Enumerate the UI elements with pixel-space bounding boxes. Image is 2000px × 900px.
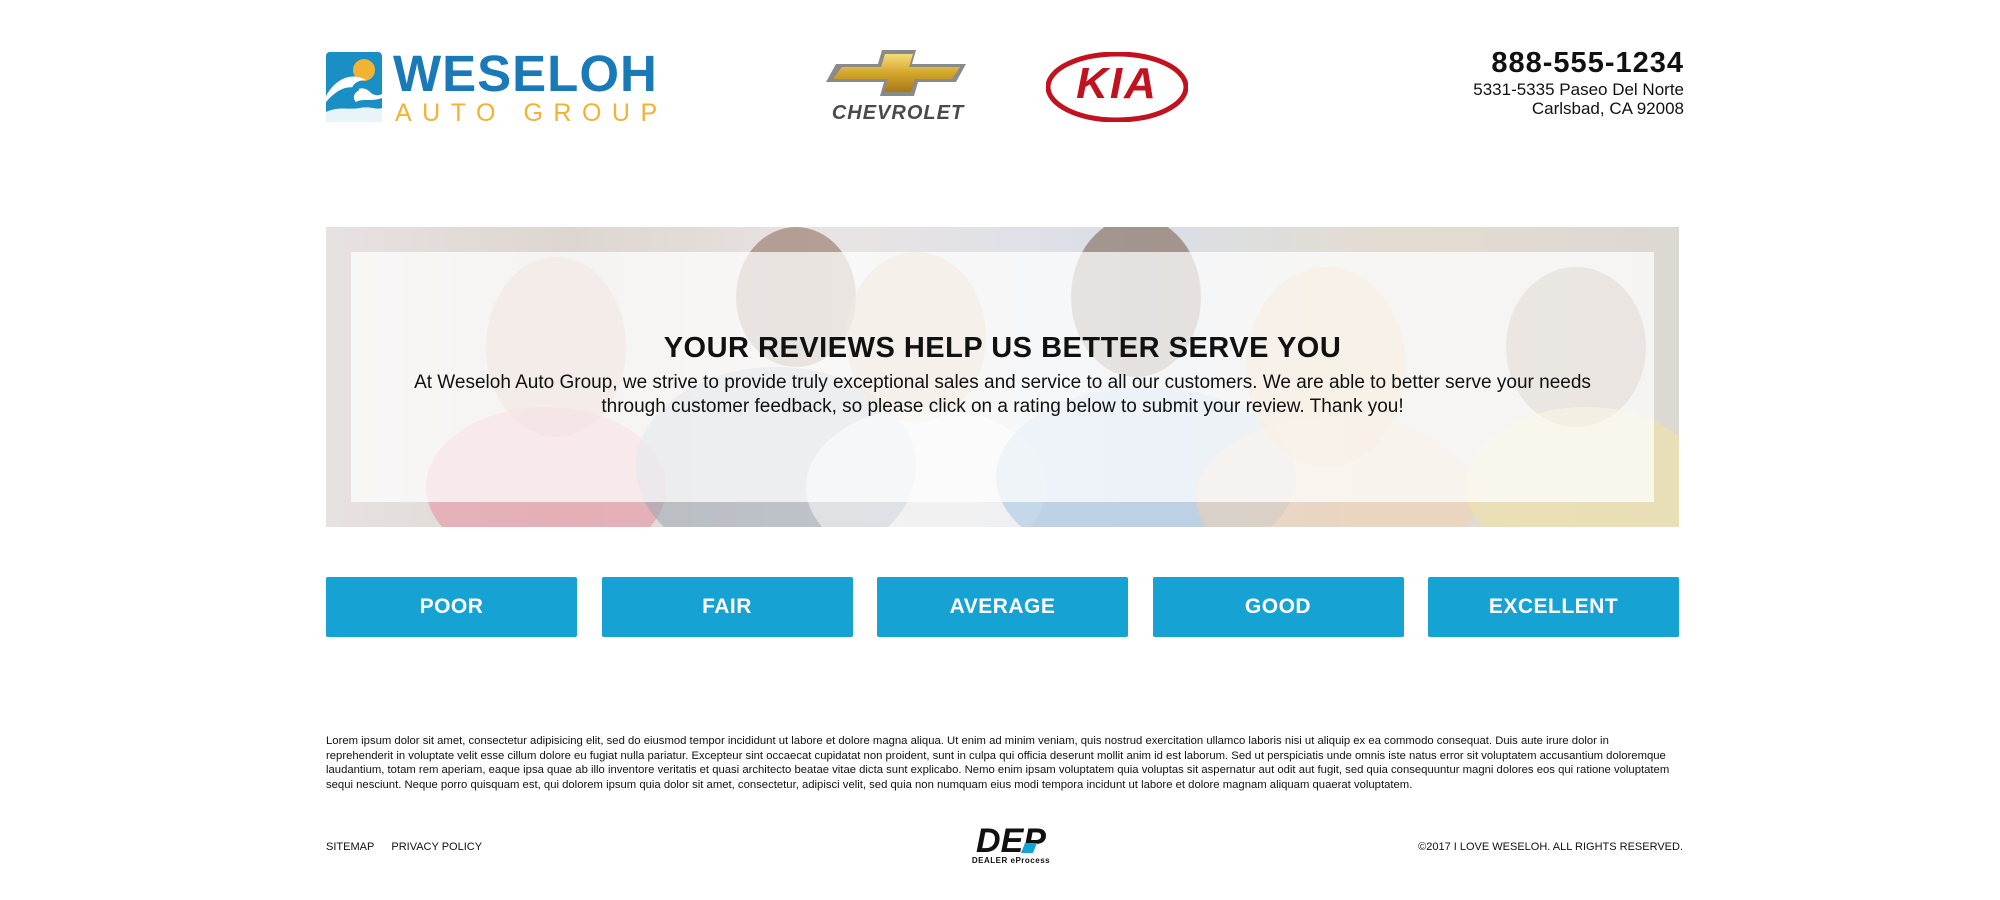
dealer-eprocess-logo[interactable]: DEP DEALER eProcess [955,823,1067,868]
footer-links: SITEMAP PRIVACY POLICY [326,841,496,853]
address-line-2: Carlsbad, CA 92008 [1531,99,1684,118]
dep-logo-icon: DEP [976,823,1046,857]
rating-average-button[interactable]: AVERAGE [877,577,1128,637]
rating-fair-button[interactable]: FAIR [601,577,853,637]
brand-logo[interactable]: WESELOH AUTO GROUP [326,46,657,126]
rating-good-button[interactable]: GOOD [1152,577,1404,637]
kia-logo[interactable]: KIA [1044,50,1190,124]
hero-banner: YOUR REVIEWS HELP US BETTER SERVE YOU At… [326,227,1679,527]
rating-excellent-button[interactable]: EXCELLENT [1428,577,1679,637]
hero-description: At Weseloh Auto Group, we strive to prov… [414,372,1591,417]
address-line-1: 5331-5335 Paseo Del Norte [1473,80,1684,99]
contact-block: 888-555-1234 5331-5335 Paseo Del Norte C… [1473,46,1684,118]
footer-disclaimer: Lorem ipsum dolor sit amet, consectetur … [326,735,1670,791]
wave-logo-icon [326,52,382,122]
sitemap-link[interactable]: SITEMAP [326,841,374,853]
brand-subtitle: AUTO GROUP [395,99,668,127]
brand-name: WESELOH [393,45,658,102]
hero-title: YOUR REVIEWS HELP US BETTER SERVE YOU [663,332,1342,364]
rating-poor-button[interactable]: POOR [326,577,577,637]
rating-buttons: POOR FAIR AVERAGE GOOD EXCELLENT [326,577,1679,637]
kia-wordmark: KIA [1076,59,1158,108]
copyright-notice: ©2017 I LOVE WESELOH. ALL RIGHTS RESERVE… [1418,841,1683,853]
chevrolet-bowtie-icon [826,50,966,96]
chevrolet-wordmark: CHEVROLET [831,102,965,124]
dep-logo-label: DEALER eProcess [971,856,1051,865]
privacy-policy-link[interactable]: PRIVACY POLICY [391,841,482,853]
phone-number[interactable]: 888-555-1234 [1473,46,1684,80]
dep-logo-text: DEP [976,823,1046,857]
chevrolet-logo[interactable]: CHEVROLET [818,50,978,124]
